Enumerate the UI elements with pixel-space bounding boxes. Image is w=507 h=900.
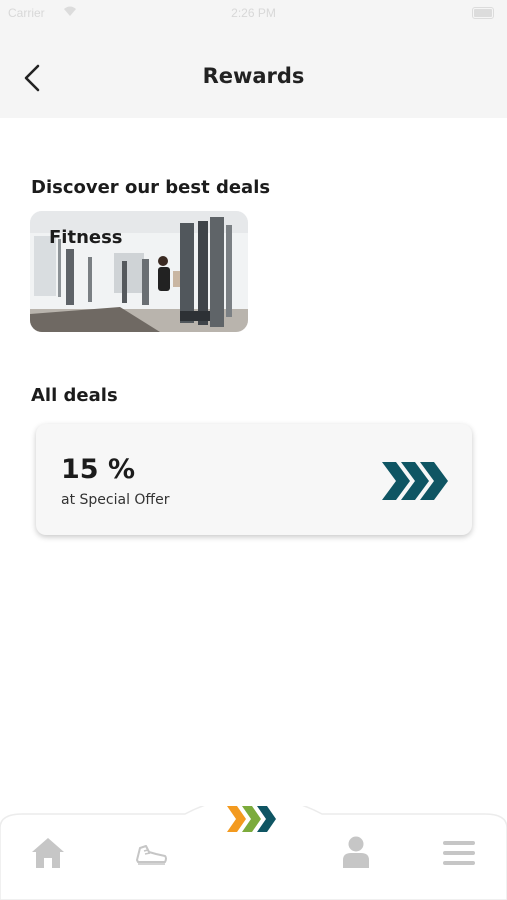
discover-title: Discover our best deals [31,177,271,198]
tab-bar [0,806,507,900]
home-icon [32,838,64,868]
sneaker-icon [136,845,167,865]
status-bar: Carrier 2:26 PM [0,0,507,28]
offer-value: 15 % [61,454,136,485]
page-title: Rewards [202,64,305,88]
triple-chevron-icon [382,462,448,500]
all-deals-title: All deals [31,385,118,406]
tab-rewards[interactable] [227,806,279,836]
status-time: 2:26 PM [231,6,276,20]
person-icon [343,836,369,868]
offer-description: at Special Offer [61,492,170,508]
deal-tile-fitness[interactable]: Fitness [30,211,248,332]
tab-activity[interactable] [134,838,168,870]
tab-menu[interactable] [443,840,475,870]
offer-card[interactable]: 15 % at Special Offer [36,424,472,535]
tab-profile[interactable] [342,836,370,872]
hamburger-icon [443,841,475,865]
tab-home[interactable] [32,838,64,872]
brand-chevrons-icon [227,806,276,832]
battery-icon [472,7,494,19]
header: Rewards [0,28,507,118]
tile-label: Fitness [49,227,123,248]
